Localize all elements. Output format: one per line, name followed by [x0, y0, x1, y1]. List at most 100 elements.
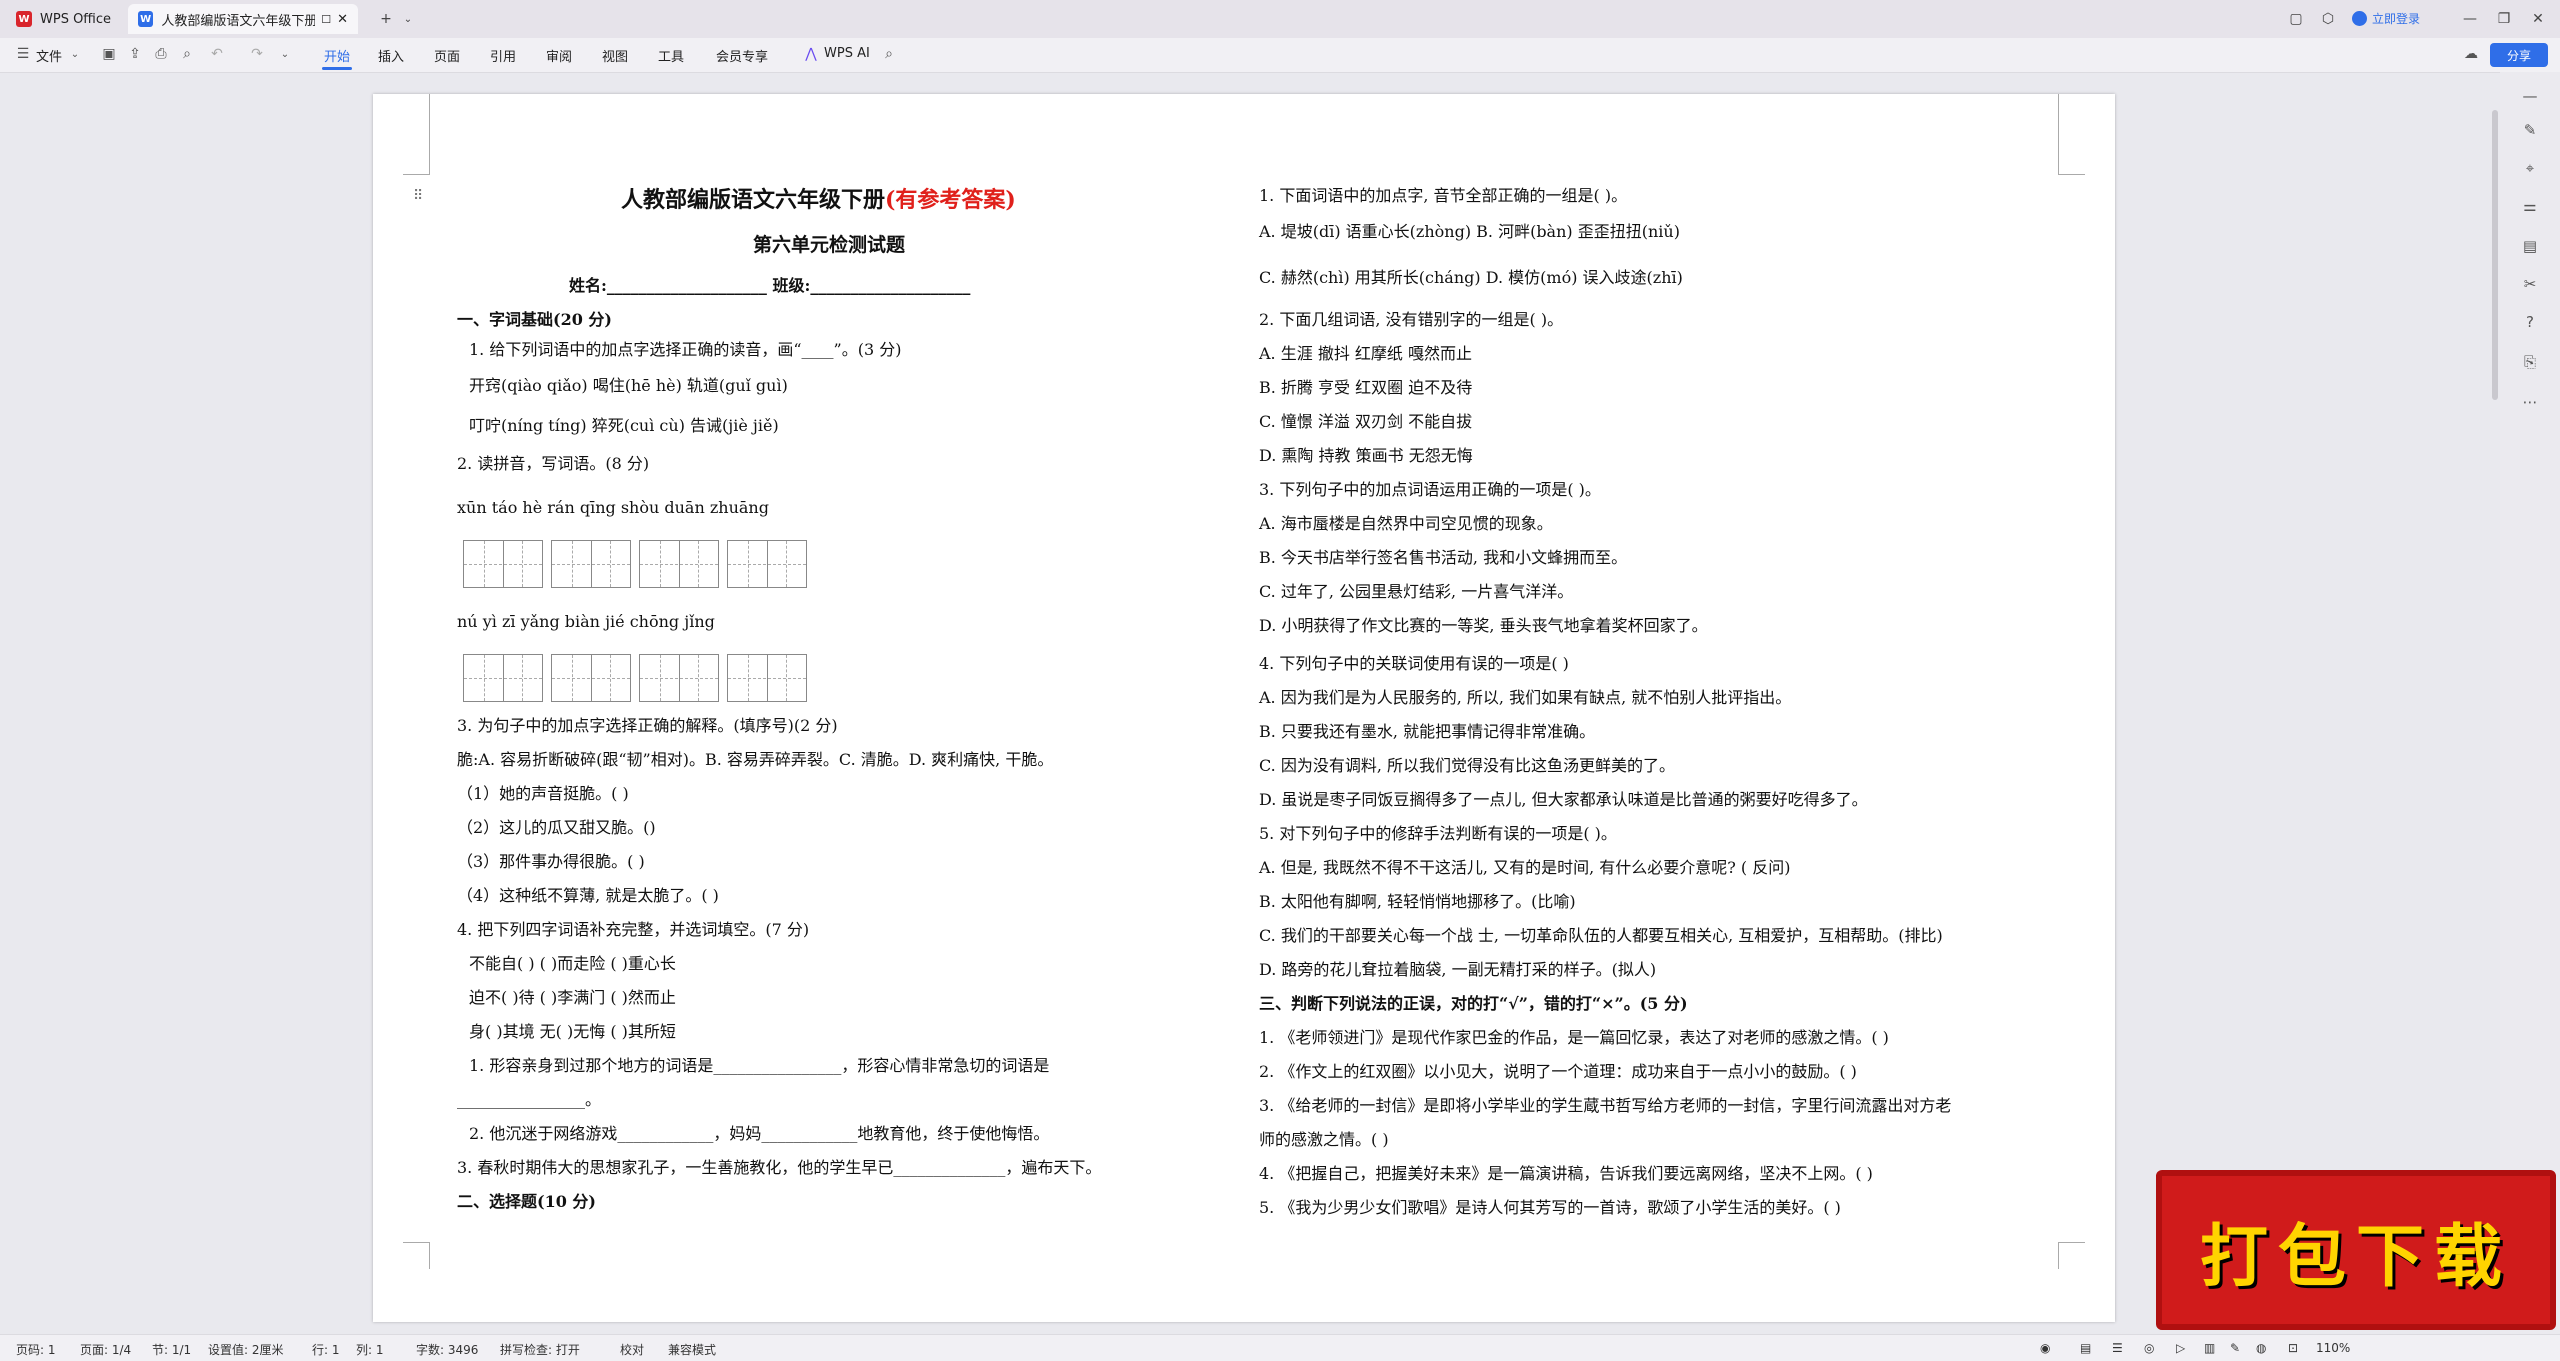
globe-icon[interactable]: ◍ [2256, 1341, 2266, 1355]
more-icon[interactable]: ⋯ [2520, 392, 2540, 412]
status-column[interactable]: 列: 1 [356, 1341, 384, 1358]
pinyin-row: xūn táo hè rán qīng shòu duān zhuāng [457, 498, 769, 517]
tools-icon[interactable]: ✂ [2520, 274, 2540, 294]
writing-grid [463, 654, 543, 702]
writing-grid [551, 654, 631, 702]
window-layout-icon[interactable]: ▢ [2286, 9, 2306, 29]
minimize-icon[interactable]: — [2460, 9, 2480, 29]
section-heading: 二、选择题(10 分) [457, 1192, 596, 1211]
question-text: 不能自( ) ( )而走险 ( )重心长 [469, 954, 676, 973]
close-tab-icon[interactable]: ✕ [337, 12, 348, 27]
pen-mode-icon[interactable]: ✎ [2230, 1341, 2240, 1355]
tab-insert[interactable]: 插入 [378, 46, 404, 65]
pinyin-row: nú yì zī yǎng biàn jié chōng jǐng [457, 612, 715, 631]
wps-ai-button[interactable]: WPS AI [824, 46, 870, 61]
new-tab-icon[interactable]: + [376, 9, 396, 29]
collapse-icon[interactable]: — [2520, 86, 2540, 106]
question-text: B. 折腾 亨受 红双圈 迫不及待 [1259, 378, 1473, 397]
page-view-icon[interactable]: ▤ [2080, 1341, 2091, 1355]
export-icon[interactable]: ⇪ [126, 45, 144, 63]
tab-label: 人教部编版语文六年级下册第 [161, 13, 316, 29]
avatar-icon [2352, 11, 2367, 26]
tab-view[interactable]: 视图 [602, 46, 628, 65]
question-text: 2. 他沉迷于网络游戏____________，妈妈____________地教… [469, 1124, 1050, 1143]
close-window-icon[interactable]: ✕ [2528, 9, 2548, 29]
question-text: （2）这儿的瓜又甜又脆。() [457, 818, 656, 837]
name-class-line: 姓名:____________________ 班级:_____________… [569, 276, 971, 295]
status-page-number[interactable]: 页码: 1 [16, 1341, 56, 1358]
adjust-icon[interactable]: ⚌ [2520, 196, 2540, 216]
web-view-icon[interactable]: ◎ [2144, 1341, 2154, 1355]
share-button[interactable]: 分享 [2490, 43, 2548, 67]
question-text: 迫不( )待 ( )李满门 ( )然而止 [469, 988, 676, 1007]
vertical-scrollbar[interactable] [2492, 110, 2498, 400]
cloud-icon[interactable]: ☐ [321, 13, 331, 26]
print-icon[interactable]: ⎙ [152, 45, 170, 63]
clip-icon[interactable]: ⎘ [2520, 352, 2540, 372]
title-bar: W WPS Office W 人教部编版语文六年级下册第 ☐ ✕ + ⌄ ▢ ⬡… [0, 0, 2560, 38]
reading-view-icon[interactable]: ▥ [2204, 1341, 2215, 1355]
collaborate-icon[interactable]: ☁ [2462, 45, 2480, 63]
cube-icon[interactable]: ⬡ [2318, 9, 2338, 29]
help-icon[interactable]: ? [2520, 312, 2540, 332]
tab-tools[interactable]: 工具 [658, 46, 684, 65]
file-chevron-icon[interactable]: ⌄ [66, 45, 84, 63]
login-label: 立即登录 [2372, 12, 2421, 26]
status-compat-mode[interactable]: 兼容模式 [668, 1341, 716, 1358]
question-text: B. 今天书店举行签名售书活动, 我和小文蜂拥而至。 [1259, 548, 1628, 567]
login-button[interactable]: 立即登录 [2352, 10, 2420, 27]
outline-view-icon[interactable]: ☰ [2112, 1341, 2123, 1355]
tab-review[interactable]: 审阅 [546, 46, 572, 65]
tab-references[interactable]: 引用 [490, 46, 516, 65]
question-text: 2. 读拼音，写词语。(8 分) [457, 454, 650, 473]
writing-grid [727, 654, 807, 702]
drag-handle-icon[interactable]: ⠿ [413, 188, 423, 204]
question-text: 1. 下面词语中的加点字, 音节全部正确的一组是( )。 [1259, 186, 1628, 205]
status-word-count[interactable]: 字数: 3496 [416, 1341, 478, 1358]
tab-home[interactable]: 开始 [324, 46, 350, 65]
print-preview-icon[interactable]: ⌕ [178, 45, 196, 63]
question-text: 2. 《作文上的红双圈》以小见大，说明了一个道理：成功来自于一点小小的鼓励。( … [1259, 1062, 1857, 1081]
status-section[interactable]: 节: 1/1 [152, 1341, 191, 1358]
question-text: 5. 《我为少男少女们歌唱》是诗人何其芳写的一首诗，歌颂了小学生活的美好。( ) [1259, 1198, 1841, 1217]
file-menu[interactable]: 文件 [36, 46, 62, 65]
document-title: 人教部编版语文六年级下册(有参考答案) [621, 187, 1016, 213]
eye-protect-icon[interactable]: ◉ [2040, 1341, 2050, 1355]
question-text: C. 赫然(chì) 用其所长(cháng) D. 模仿(mó) 误入歧途(zh… [1259, 268, 1683, 287]
redo-icon[interactable]: ↷ [248, 45, 266, 63]
save-icon[interactable]: ▣ [100, 45, 118, 63]
search-icon[interactable]: ⌕ [880, 45, 898, 63]
restore-icon[interactable]: ❐ [2494, 9, 2514, 29]
more-chevron-icon[interactable]: ⌄ [276, 45, 294, 63]
status-proofread[interactable]: 校对 [620, 1341, 644, 1358]
question-text: C. 过年了, 公园里悬灯结彩, 一片喜气洋洋。 [1259, 582, 1574, 601]
pen-icon[interactable]: ✎ [2520, 120, 2540, 140]
question-text: A. 但是, 我既然不得不干这活儿, 又有的是时间, 有什么必要介意呢? ( 反… [1259, 858, 1791, 877]
share-label: 分享 [2506, 48, 2531, 63]
document-page: ⠿ 人教部编版语文六年级下册(有参考答案) 第六单元检测试题 姓名:______… [373, 94, 2115, 1322]
tab-list-chevron-icon[interactable]: ⌄ [398, 9, 418, 29]
question-text: 4. 《把握自己，把握美好未来》是一篇演讲稿，告诉我们要远离网络，坚决不上网。(… [1259, 1164, 1873, 1183]
zoom-level[interactable]: 110% [2316, 1341, 2350, 1355]
question-text: 3. 《给老师的一封信》是即将小学毕业的学生蔵书哲写给方老师的一封信，字里行间流… [1259, 1096, 1952, 1115]
tab-page[interactable]: 页面 [434, 46, 460, 65]
status-row[interactable]: 行: 1 [312, 1341, 340, 1358]
tab-wps-office[interactable]: W WPS Office [6, 4, 122, 34]
play-icon[interactable]: ▷ [2176, 1341, 2185, 1355]
status-pages[interactable]: 页面: 1/4 [80, 1341, 131, 1358]
undo-icon[interactable]: ↶ [208, 45, 226, 63]
wps-ai-icon[interactable]: ⋀ [802, 45, 820, 63]
status-spellcheck[interactable]: 拼写检查: 打开 [500, 1341, 580, 1358]
fit-icon[interactable]: ⊡ [2288, 1341, 2298, 1355]
select-icon[interactable]: ⌖ [2520, 158, 2540, 178]
tab-document[interactable]: W 人教部编版语文六年级下册第 ☐ ✕ [128, 4, 358, 34]
status-setting[interactable]: 设置值: 2厘米 [208, 1341, 284, 1358]
format-icon[interactable]: ▤ [2520, 236, 2540, 256]
question-text: （4）这种纸不算薄, 就是太脆了。( ) [457, 886, 719, 905]
question-text: B. 太阳他有脚啊, 轻轻悄悄地挪移了。(比喻) [1259, 892, 1576, 911]
download-promo-banner[interactable]: 打包下载 [2156, 1170, 2556, 1330]
status-bar: 页码: 1 页面: 1/4 节: 1/1 设置值: 2厘米 行: 1 列: 1 … [0, 1334, 2560, 1361]
margin-mark [2058, 1242, 2085, 1269]
menu-icon[interactable]: ☰ [14, 45, 32, 63]
tab-member[interactable]: 会员专享 [716, 46, 768, 65]
